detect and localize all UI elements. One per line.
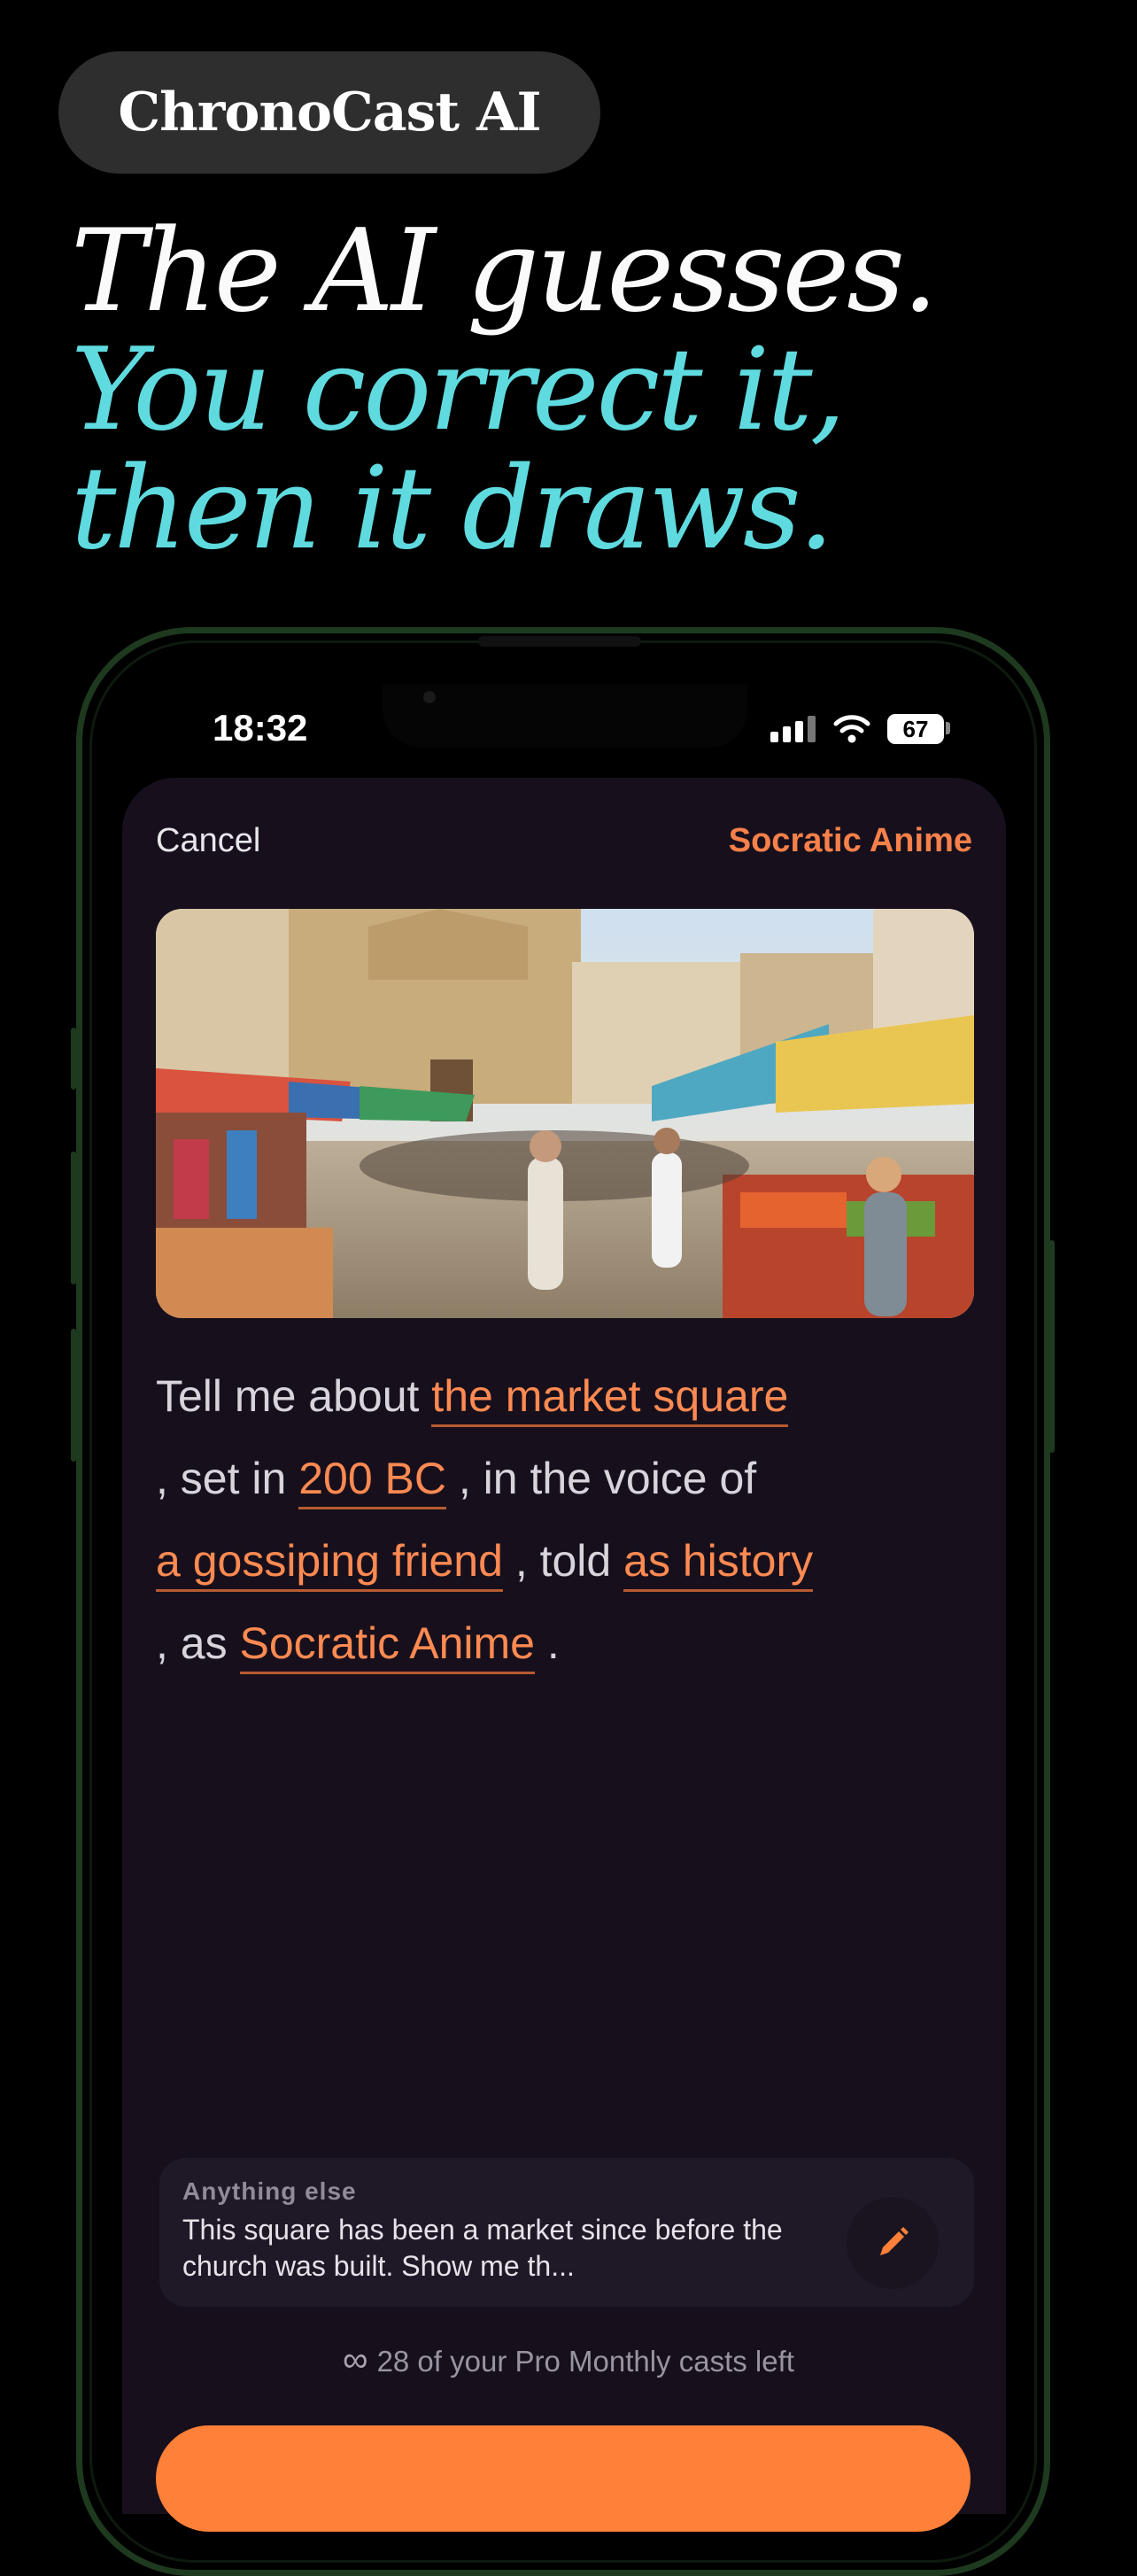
battery-level: 67	[902, 715, 929, 742]
voice-chip[interactable]: a gossiping friend	[156, 1536, 503, 1592]
brand-badge: ChronoCast AI	[58, 51, 600, 174]
casts-remaining-text: 28 of your Pro Monthly casts left	[376, 2345, 794, 2378]
pencil-icon	[880, 2227, 909, 2255]
speaker-grille	[478, 636, 641, 647]
signal-icon	[770, 716, 816, 742]
mode-chip[interactable]: as history	[623, 1536, 814, 1592]
headline-line-3: then it draws.	[71, 443, 834, 575]
place-chip[interactable]: the market square	[431, 1371, 789, 1427]
prompt-text: Tell me about	[156, 1371, 420, 1421]
anything-else-text[interactable]: This square has been a market since befo…	[182, 2212, 820, 2285]
style-selector-button[interactable]: Socratic Anime	[729, 822, 972, 860]
prompt-sentence: Tell me about the market square , set in…	[156, 1355, 962, 1685]
prompt-text: , as	[156, 1618, 228, 1668]
prompt-text: , in the voice of	[458, 1454, 757, 1503]
casts-remaining: ∞ 28 of your Pro Monthly casts left	[0, 2340, 1137, 2380]
edit-button[interactable]	[847, 2197, 939, 2289]
primary-action-button[interactable]	[156, 2425, 971, 2532]
cancel-button[interactable]: Cancel	[156, 822, 260, 860]
wifi-icon	[833, 715, 870, 743]
infinity-icon: ∞	[343, 2340, 368, 2379]
headline-line-1: The AI guesses.	[71, 206, 939, 338]
headline-line-2: You correct it,	[71, 324, 846, 456]
headline: The AI guesses. You correct it, then it …	[71, 213, 1116, 569]
battery-nub	[946, 722, 950, 734]
status-time: 18:32	[213, 707, 308, 749]
anything-else-label: Anything else	[182, 2177, 357, 2205]
phone-side-button	[71, 1329, 76, 1462]
prompt-text: .	[546, 1618, 560, 1668]
brand-name: ChronoCast AI	[118, 81, 541, 144]
prompt-text: , told	[514, 1536, 612, 1586]
prompt-text: , set in	[156, 1454, 287, 1503]
phone-side-button	[71, 1028, 76, 1090]
phone-side-button	[71, 1152, 76, 1284]
phone-power-button	[1049, 1240, 1055, 1453]
era-chip[interactable]: 200 BC	[298, 1454, 446, 1509]
scene-photo	[156, 909, 974, 1318]
battery-icon: 67	[887, 714, 944, 744]
style-chip[interactable]: Socratic Anime	[239, 1618, 535, 1674]
front-camera	[423, 691, 436, 703]
camera-notch	[383, 684, 747, 748]
